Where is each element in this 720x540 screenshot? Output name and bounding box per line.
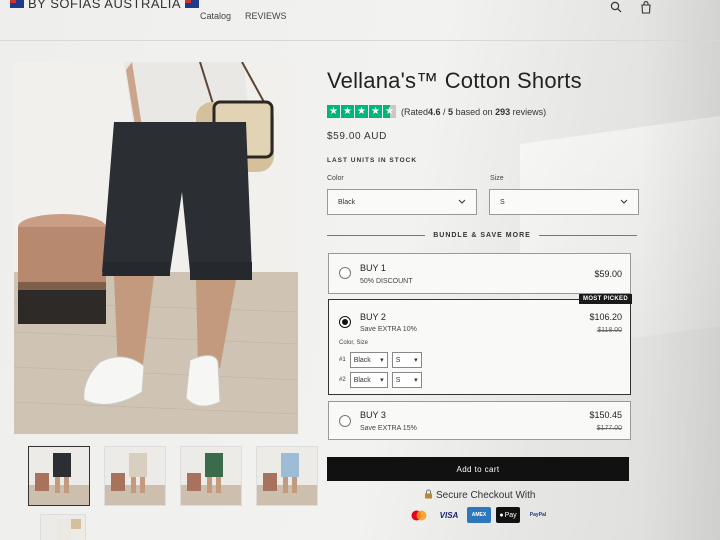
variant-label: Color, Size — [339, 340, 369, 346]
color-label: Color — [327, 175, 344, 182]
caret-down-icon: ▾ — [414, 377, 418, 384]
star-icon: ★ — [355, 105, 368, 118]
bundle-old-price: $177.00 — [596, 425, 622, 432]
rating-text: (Rated4.6 / 5 based on 293 reviews) — [401, 106, 547, 117]
nav-reviews[interactable]: REVIEWS — [245, 11, 287, 21]
thumbnail-beige[interactable] — [104, 446, 166, 506]
variant-size-select[interactable]: S ▾ — [391, 372, 422, 388]
visa-icon: VISA — [439, 510, 459, 520]
flag-icon — [185, 0, 200, 8]
caret-down-icon: ▾ — [414, 357, 418, 364]
paypal-icon: PayPal — [529, 512, 547, 518]
variant-row: #2 Black ▾ S ▾ — [339, 372, 422, 388]
brand-logo[interactable]: BY SOFIAS AUSTRALIA — [10, 0, 200, 11]
star-icon: ★ — [327, 105, 340, 118]
apple-pay-label: Pay — [504, 511, 517, 519]
bundle-title: BUY 1 — [360, 263, 386, 273]
star-half-icon: ★ — [383, 105, 396, 118]
variant-size-select[interactable]: S ▾ — [391, 352, 422, 368]
bundle-price: $106.20 — [589, 312, 622, 322]
size-label: Size — [490, 175, 504, 182]
size-select[interactable]: S — [489, 189, 639, 215]
product-price: $59.00 AUD — [327, 131, 387, 142]
variant-size-value: S — [395, 376, 401, 384]
thumbnail-strip — [28, 446, 318, 506]
bundle-option-buy-1[interactable]: BUY 1 50% DISCOUNT $59.00 — [328, 253, 631, 294]
thumbnail-extra[interactable] — [40, 514, 86, 540]
brand-name: BY SOFIAS AUSTRALIA — [28, 0, 182, 11]
bundle-title: BUY 2 — [360, 312, 386, 322]
chevron-down-icon — [620, 199, 628, 206]
bundle-option-buy-2[interactable]: MOST PICKED BUY 2 Save EXTRA 10% $106.20… — [328, 294, 632, 395]
caret-down-icon: ▾ — [380, 357, 384, 364]
product-title: Vellana's™ Cotton Shorts — [327, 68, 582, 93]
stock-notice: LAST UNITS IN STOCK — [327, 157, 418, 164]
nav-catalog[interactable]: Catalog — [200, 11, 231, 21]
product-main-image[interactable] — [14, 62, 298, 434]
payment-methods: VISA AMEX ● Pay PayPal — [407, 507, 551, 523]
screen-shadow — [640, 0, 720, 540]
lock-icon — [424, 489, 433, 502]
variant-row: #1 Black ▾ S ▾ — [339, 352, 422, 368]
variant-color-select[interactable]: Black ▾ — [349, 372, 388, 388]
size-select-value: S — [500, 198, 505, 206]
radio-button[interactable] — [339, 415, 351, 427]
secure-checkout: Secure Checkout With — [424, 489, 536, 502]
secure-checkout-text: Secure Checkout With — [436, 490, 536, 501]
variant-color-value: Black — [353, 356, 371, 364]
variant-size-value: S — [395, 356, 401, 364]
thumbnail-black[interactable] — [28, 446, 90, 506]
bundle-title: BUY 3 — [360, 410, 386, 420]
apple-icon: ● — [499, 511, 504, 519]
bundle-heading: BUNDLE & SAVE MORE — [327, 232, 638, 239]
thumbnail-blue[interactable] — [256, 446, 318, 506]
divider-line — [538, 235, 638, 236]
flag-icon — [10, 0, 24, 8]
most-picked-badge: MOST PICKED — [579, 294, 632, 304]
bundle-price: $59.00 — [594, 269, 622, 279]
mastercard-icon — [407, 507, 431, 523]
color-select-value: Black — [338, 198, 356, 206]
apple-pay-icon: ● Pay — [496, 507, 520, 523]
add-to-cart-button[interactable]: Add to cart — [327, 457, 629, 481]
bundle-option-buy-3[interactable]: BUY 3 Save EXTRA 15% $150.45 $177.00 — [328, 401, 631, 440]
star-icon: ★ — [369, 105, 382, 118]
bundle-heading-text: BUNDLE & SAVE MORE — [433, 232, 531, 239]
divider-line — [327, 235, 426, 236]
amex-icon: AMEX — [467, 507, 491, 523]
bundle-old-price: $118.00 — [597, 327, 622, 334]
rating-row[interactable]: ★ ★ ★ ★ ★ (Rated4.6 / 5 based on 293 rev… — [327, 105, 546, 118]
header-divider — [0, 40, 720, 41]
header-icons — [608, 0, 654, 14]
radio-button-selected[interactable] — [339, 316, 351, 328]
trustpilot-stars: ★ ★ ★ ★ ★ — [327, 105, 396, 118]
bundle-price: $150.45 — [589, 410, 622, 420]
chevron-down-icon — [458, 199, 466, 206]
thumbnail-green[interactable] — [180, 446, 242, 506]
main-nav: Catalog REVIEWS — [200, 11, 287, 21]
search-icon[interactable] — [608, 0, 624, 14]
variant-color-value: Black — [353, 376, 371, 384]
cart-icon[interactable] — [638, 0, 654, 14]
variant-index: #2 — [339, 377, 346, 383]
bundle-subtitle: 50% DISCOUNT — [360, 278, 413, 285]
color-select[interactable]: Black — [327, 189, 477, 215]
bundle-subtitle: Save EXTRA 15% — [360, 425, 417, 432]
bundle-subtitle: Save EXTRA 10% — [360, 326, 417, 333]
variant-index: #1 — [339, 357, 346, 363]
variant-color-select[interactable]: Black ▾ — [349, 352, 388, 368]
radio-button[interactable] — [339, 267, 351, 279]
caret-down-icon: ▾ — [380, 377, 384, 384]
star-icon: ★ — [341, 105, 354, 118]
